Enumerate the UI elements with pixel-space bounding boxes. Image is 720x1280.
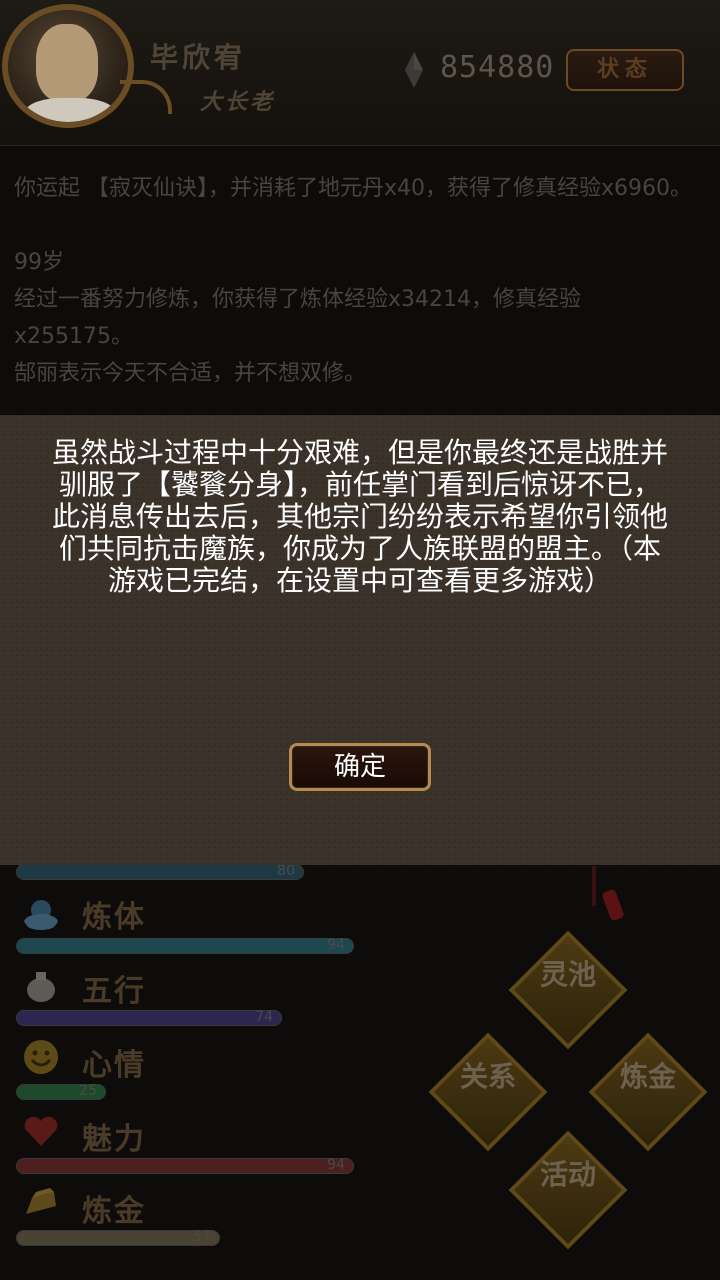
player-name: 毕欣宥 <box>150 41 247 74</box>
alchemy-button-label: 炼金 <box>619 1060 676 1093</box>
relations-button-label: 关系 <box>459 1060 516 1093</box>
stat-bar-value: 25 <box>79 1083 97 1099</box>
cloud-orb-icon <box>24 900 58 930</box>
stat-label-charm: 魅力 <box>82 1122 146 1157</box>
smiley-icon <box>24 1040 58 1074</box>
stat-bar-value: 94 <box>327 937 345 953</box>
stat-bar-value: 74 <box>255 1009 273 1025</box>
top-header: 毕欣宥 大长老 854880 状态 <box>0 0 720 146</box>
activity-button-label: 活动 <box>539 1158 596 1191</box>
log-line: 郜丽表示今天不合适，并不想双修。 <box>14 361 367 386</box>
tassel-cord <box>592 866 596 906</box>
robe-shape <box>24 98 116 122</box>
gold-ingot-icon <box>26 1188 56 1214</box>
currency-amount: 854880 <box>440 50 555 85</box>
stat-label-body: 炼体 <box>82 900 146 935</box>
log-line: 你运起 【寂灭仙诀】，并消耗了地元丹x40，获得了修真经验x6960。 <box>14 176 693 201</box>
stat-bar-alchemy: 57 <box>16 1229 220 1246</box>
stat-label-elements: 五行 <box>82 974 146 1009</box>
status-button[interactable]: 状态 <box>566 49 684 91</box>
stat-bar-body: 94 <box>16 937 354 954</box>
dialog-message: 虽然战斗过程中十分艰难，但是你最终还是战胜并驯服了【饕餮分身】，前任掌门看到后惊… <box>51 436 668 597</box>
swirl-decoration <box>120 80 172 114</box>
player-rank: 大长老 <box>200 90 276 115</box>
confirm-button[interactable]: 确定 <box>289 743 431 791</box>
stat-bar-mood: 25 <box>16 1083 106 1100</box>
event-log: 你运起 【寂灭仙诀】，并消耗了地元丹x40，获得了修真经验x6960。 99岁 … <box>14 170 694 392</box>
avatar[interactable] <box>2 4 134 128</box>
log-line: 经过一番努力修炼，你获得了炼体经验x34214，修真经验x255175。 <box>14 287 582 349</box>
stat-bar-charm: 94 <box>16 1157 354 1174</box>
pool-button-label: 灵池 <box>539 958 596 991</box>
log-spacer <box>14 207 694 244</box>
log-line: 99岁 <box>14 250 64 275</box>
elder-face-icon <box>36 24 98 102</box>
stat-label-alchemy: 炼金 <box>82 1194 146 1229</box>
stat-label-mood: 心情 <box>82 1048 146 1083</box>
spirit-stone-icon <box>405 52 423 88</box>
stat-bar-elements: 74 <box>16 1009 282 1026</box>
stat-bar-value: 94 <box>327 1157 345 1173</box>
stat-bar-value: 80 <box>277 863 295 879</box>
stat-bar-value: 57 <box>193 1229 211 1245</box>
ending-dialog: 虽然战斗过程中十分艰难，但是你最终还是战胜并驯服了【饕餮分身】，前任掌门看到后惊… <box>0 415 720 865</box>
heart-icon <box>24 1116 58 1146</box>
pouch-icon <box>27 972 55 1002</box>
stat-bar: 80 <box>16 863 304 880</box>
